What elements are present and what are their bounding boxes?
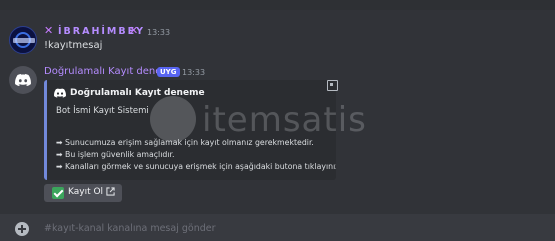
username-decoration-right: ✕ — [129, 24, 139, 37]
message-timestamp: 13:33 — [182, 68, 206, 77]
embed-line: ➡ Bu işlem güvenlik amaçlıdır. — [56, 150, 175, 159]
watermark: itemsatis — [150, 96, 410, 146]
watermark-logo-icon — [150, 96, 196, 142]
check-icon — [52, 187, 64, 199]
message-timestamp: 13:33 — [147, 28, 171, 37]
embed-line: ➡ Kanalları görmek ve sunucuya erişmek i… — [56, 162, 336, 171]
username-decoration-left: ✕ — [44, 24, 54, 37]
user-avatar[interactable] — [9, 26, 37, 54]
app-badge: UYG — [157, 67, 180, 77]
register-button[interactable]: Kayıt Ol — [44, 184, 122, 202]
external-link-icon — [106, 187, 115, 196]
watermark-text: itemsatis — [202, 100, 367, 140]
message-input[interactable]: #kayıt-kanal kanalına mesaj gönder — [44, 223, 216, 234]
register-button-label: Kayıt Ol — [68, 187, 104, 197]
plus-circle-icon[interactable] — [15, 222, 29, 236]
message-text: !kayıtmesaj — [44, 40, 103, 51]
embed-accent-bar — [44, 80, 47, 180]
previous-message-fade — [0, 0, 555, 10]
embed-title: Bot İsmi Kayıt Sistemi — [56, 106, 149, 116]
bot-avatar[interactable] — [9, 66, 37, 94]
discord-icon — [15, 74, 31, 86]
embed-image-icon[interactable] — [327, 80, 338, 91]
avatar-logo-text — [13, 38, 35, 43]
message-input-bar: #kayıt-kanal kanalına mesaj gönder — [0, 214, 555, 241]
discord-icon — [54, 88, 66, 98]
